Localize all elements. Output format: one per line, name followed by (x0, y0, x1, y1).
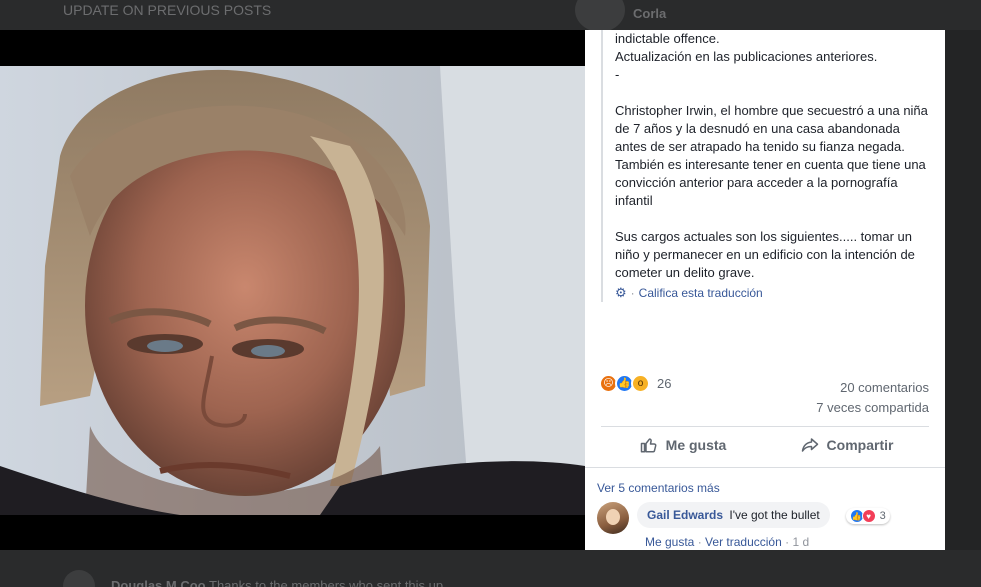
reaction-summary[interactable]: ☹ 👍 o 26 (599, 374, 671, 393)
background-post-title: UPDATE ON PREVIOUS POSTS (63, 2, 272, 18)
comment-item: Gail Edwards I've got the bullet 👍 ♥ 3 (597, 502, 890, 534)
photo-theater (0, 30, 585, 550)
translation-paragraph-2: Sus cargos actuales son los siguientes..… (615, 229, 915, 280)
comment-text: I've got the bullet (729, 508, 820, 522)
comment-reaction-count: 3 (879, 510, 886, 522)
background-comment: Douglas M Coo Thanks to the members who … (111, 578, 444, 587)
translation-paragraph-1: Christopher Irwin, el hombre que secuest… (615, 103, 928, 208)
thumbs-up-icon (640, 437, 657, 452)
translation-line-2: - (615, 67, 620, 82)
comment-like-link[interactable]: Me gusta (645, 535, 694, 549)
translated-post-text: indictable offence. Actualización en las… (601, 30, 933, 302)
comment-bubble: Gail Edwards I've got the bullet 👍 ♥ 3 (637, 502, 890, 528)
share-button[interactable]: Compartir (765, 427, 929, 462)
comments-divider (585, 467, 945, 468)
comment-author[interactable]: Gail Edwards (647, 508, 723, 522)
post-detail-panel: indictable offence. Actualización en las… (585, 30, 945, 550)
gear-icon: ⚙ (615, 285, 627, 300)
post-photo[interactable] (0, 66, 585, 515)
comment-reactions[interactable]: 👍 ♥ 3 (845, 508, 890, 524)
like-button-label: Me gusta (665, 436, 727, 453)
rate-translation-link[interactable]: Califica esta traducción (639, 284, 763, 302)
view-more-comments-link[interactable]: Ver 5 comentarios más (597, 481, 720, 495)
comment-timestamp[interactable]: 1 d (792, 535, 809, 549)
shares-count-link[interactable]: 7 veces compartida (816, 398, 929, 418)
share-arrow-icon (801, 437, 818, 452)
background-right-strip (945, 30, 981, 550)
portrait-image (0, 66, 585, 515)
wow-reaction-icon: o (631, 374, 650, 393)
avatar[interactable] (597, 502, 629, 534)
background-author: Corla (633, 6, 667, 21)
love-reaction-icon: ♥ (861, 509, 876, 523)
like-button[interactable]: Me gusta (601, 427, 765, 462)
post-action-bar: Me gusta Compartir (601, 426, 929, 462)
engagement-stats: 20 comentarios 7 veces compartida (816, 378, 929, 418)
comment-translate-link[interactable]: Ver traducción (705, 535, 782, 549)
comment-actions: Me gusta · Ver traducción · 1 d (645, 535, 810, 549)
share-button-label: Compartir (826, 436, 894, 453)
rate-translation[interactable]: ⚙ · Califica esta traducción (615, 284, 933, 302)
reaction-count: 26 (657, 376, 672, 391)
clipped-original-text: indictable offence. (615, 31, 720, 46)
translation-line-1: Actualización en las publicaciones anter… (615, 49, 878, 64)
comments-count-link[interactable]: 20 comentarios (816, 378, 929, 398)
